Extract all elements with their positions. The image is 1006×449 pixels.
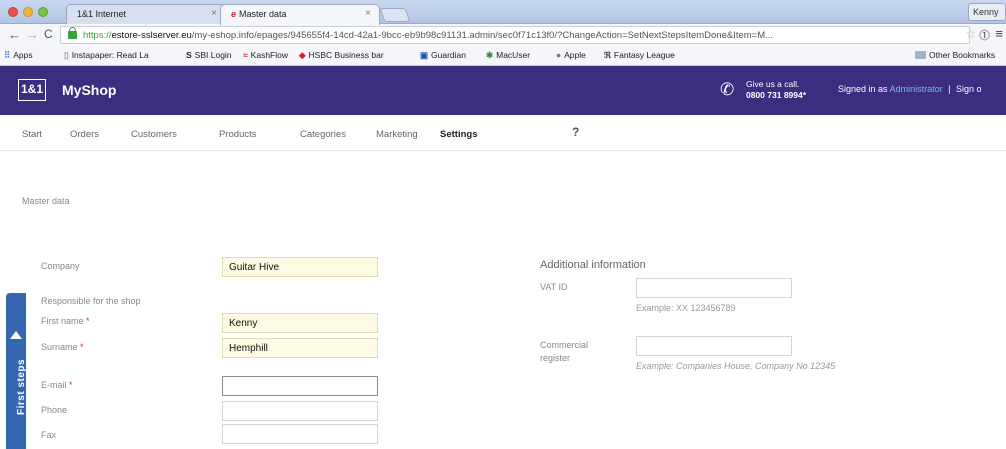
first-steps-label: First steps — [16, 358, 27, 415]
browser-tab-1and1[interactable]: 1&1 Internet × — [66, 4, 226, 24]
zoom-window-button[interactable] — [38, 7, 48, 17]
required-mark: * — [69, 380, 73, 390]
apps-icon: ⠿ — [4, 50, 11, 60]
folder-icon — [915, 51, 926, 59]
browser-toolbar: ← → C https://estore-sslserver.eu/my-esh… — [0, 24, 1006, 46]
bookmark-kashflow[interactable]: ≈ KashFlow — [243, 50, 288, 60]
company-field[interactable] — [222, 257, 378, 277]
reload-icon[interactable]: C — [44, 27, 53, 41]
app-header: 1&1 MyShop ✆ Give us a call. 0800 731 89… — [0, 66, 1006, 115]
new-tab-button[interactable] — [379, 8, 411, 22]
email-label: E-mail * — [41, 380, 73, 390]
bookmark-sbi-login[interactable]: S SBI Login — [186, 50, 232, 60]
url-scheme: https:// — [83, 30, 112, 41]
fax-field[interactable] — [222, 424, 378, 444]
vat-hint: Example: XX 123456789 — [636, 303, 736, 313]
nav-start[interactable]: Start — [22, 129, 42, 140]
url-host: estore-sslserver.eu — [111, 30, 192, 41]
vat-field[interactable] — [636, 278, 792, 298]
required-mark: * — [86, 316, 90, 326]
first-steps-tab[interactable]: First steps — [6, 293, 27, 449]
browser-tab-master-data[interactable]: e Master data × — [220, 4, 380, 25]
menu-icon[interactable]: ≡ — [995, 26, 1003, 41]
call-number: 0800 731 8994* — [746, 90, 807, 100]
call-info: Give us a call. 0800 731 8994* — [746, 79, 806, 101]
commercial-label-line1: Commercial — [540, 340, 589, 350]
fantasy-icon: ℜ — [604, 50, 611, 60]
bookmark-hsbc[interactable]: ◆ HSBC Business bar — [299, 50, 384, 61]
surname-label: Surname * — [41, 342, 84, 352]
nav-marketing[interactable]: Marketing — [376, 129, 418, 140]
help-icon[interactable]: ? — [572, 125, 579, 139]
macuser-icon: ✱ — [486, 50, 494, 60]
lock-icon — [68, 27, 77, 39]
vat-label: VAT ID — [540, 282, 568, 292]
additional-info-heading: Additional information — [540, 259, 646, 271]
main-nav: Start Orders Customers Products Categori… — [0, 115, 1006, 151]
nav-orders[interactable]: Orders — [70, 129, 99, 140]
admin-user-link[interactable]: Administrator — [890, 84, 943, 94]
kashflow-icon: ≈ — [243, 50, 248, 60]
phone-label: Phone — [41, 405, 68, 415]
apple-icon: ● — [556, 50, 562, 60]
back-arrow-icon[interactable]: ← — [8, 27, 21, 42]
bookmark-fantasy-league[interactable]: ℜ Fantasy League — [604, 50, 675, 61]
bookmark-star-icon[interactable]: ☆ — [965, 27, 976, 41]
nav-settings[interactable]: Settings — [440, 129, 477, 140]
company-label: Company — [41, 261, 80, 271]
browser-tab-strip: 1&1 Internet × e Master data × Kenny — [0, 0, 1006, 25]
fax-label: Fax — [41, 430, 57, 440]
commercial-label-line2: register — [540, 353, 571, 363]
required-mark: * — [80, 342, 84, 352]
address-bar[interactable]: https://estore-sslserver.eu/my-eshop.inf… — [60, 26, 970, 44]
phone-field[interactable] — [222, 401, 378, 421]
signout-link[interactable]: Sign o — [956, 84, 982, 94]
separator: | — [948, 84, 951, 94]
firstname-label: First name * — [41, 316, 90, 326]
signed-in-info: Signed in as Administrator | Sign o — [838, 84, 981, 94]
surname-field[interactable] — [222, 338, 378, 358]
tab-title: 1&1 Internet — [77, 9, 127, 19]
close-tab-icon[interactable]: × — [211, 8, 217, 19]
bookmark-guardian[interactable]: ▣ Guardian — [420, 50, 466, 61]
bookmark-other[interactable]: Other Bookmarks — [915, 50, 995, 60]
brand-logo[interactable]: 1&1 — [18, 79, 46, 101]
responsible-heading: Responsible for the shop — [41, 296, 141, 306]
bookmark-macuser[interactable]: ✱ MacUser — [486, 50, 530, 61]
bookmarks-bar: ⠿ Apps ▯ Instapaper: Read La S SBI Login ≈ K… — [0, 46, 1006, 66]
hsbc-icon: ◆ — [299, 50, 306, 60]
page-icon: ▯ — [64, 50, 69, 60]
signed-in-prefix: Signed in as — [838, 84, 888, 94]
epages-favicon-icon: e — [231, 9, 237, 19]
guardian-icon: ▣ — [420, 50, 429, 60]
bookmark-apps[interactable]: ⠿ Apps — [4, 50, 33, 61]
firstname-field[interactable] — [222, 313, 378, 333]
app-title: MyShop — [62, 82, 117, 98]
close-tab-icon[interactable]: × — [365, 8, 371, 19]
profile-button[interactable]: Kenny — [968, 3, 1006, 21]
bookmark-instapaper[interactable]: ▯ Instapaper: Read La — [64, 50, 149, 61]
tab-title: Master data — [239, 9, 287, 19]
close-window-button[interactable] — [8, 7, 18, 17]
arrow-up-icon — [10, 331, 22, 339]
breadcrumb: Master data — [22, 196, 70, 206]
bookmark-apple[interactable]: ● Apple — [556, 50, 586, 60]
nav-products[interactable]: Products — [219, 129, 257, 140]
nav-customers[interactable]: Customers — [131, 129, 177, 140]
url-path: /my-eshop.info/epages/945655f4-14cd-42a1… — [191, 30, 774, 41]
minimize-window-button[interactable] — [23, 7, 33, 17]
forward-arrow-icon[interactable]: → — [26, 27, 39, 42]
extension-icon[interactable]: ⓵ — [979, 27, 990, 43]
phone-icon: ✆ — [720, 80, 735, 99]
call-line: Give us a call. — [746, 79, 800, 89]
email-field[interactable] — [222, 376, 378, 396]
commercial-hint: Example: Companies House, Company No 123… — [636, 361, 836, 371]
sbi-icon: S — [186, 50, 192, 60]
commercial-register-field[interactable] — [636, 336, 792, 356]
nav-categories[interactable]: Categories — [300, 129, 346, 140]
